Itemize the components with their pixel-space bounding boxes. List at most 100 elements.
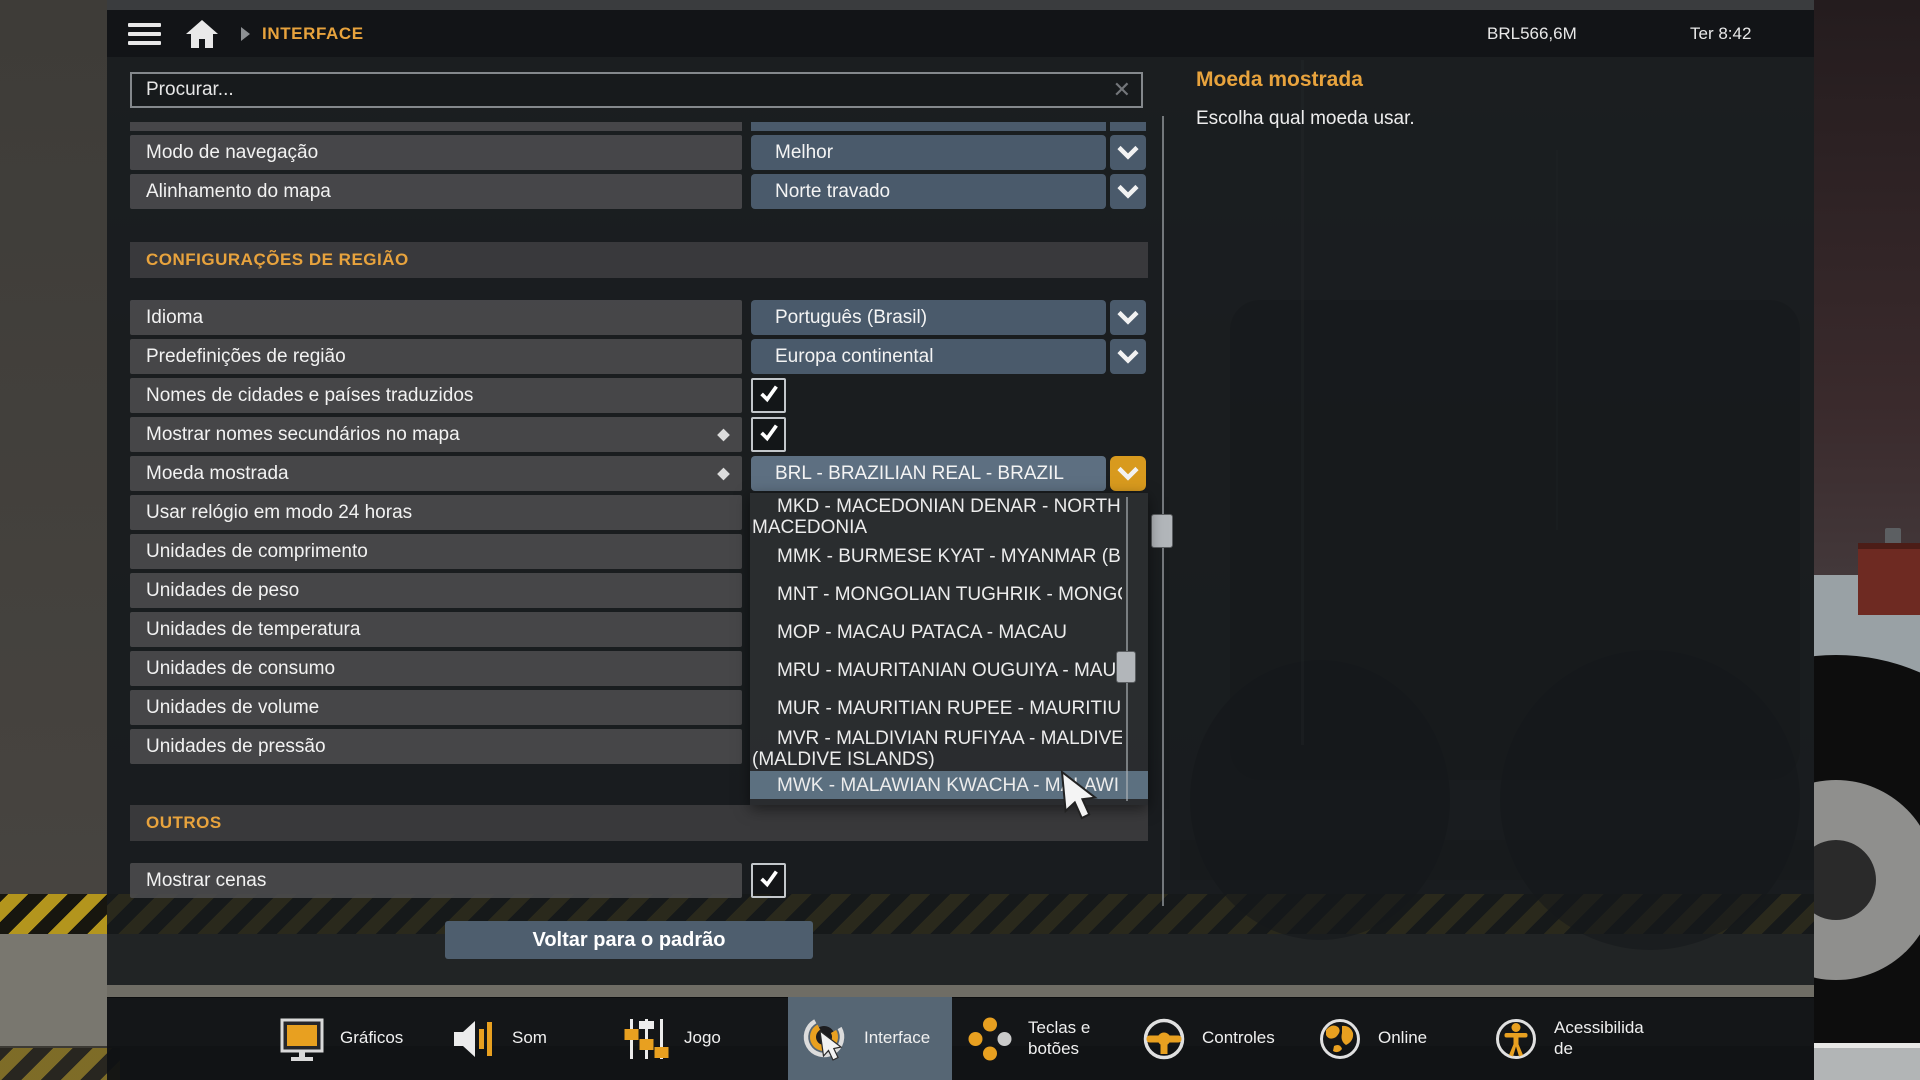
- setting-row-predefinicoes-de-regiao: Predefinições de região: [130, 339, 742, 374]
- dropdown-item-line: MKD - MACEDONIAN DENAR - NORTH: [750, 497, 1122, 517]
- setting-label: Mostrar nomes secundários no mapa: [146, 424, 460, 446]
- player-money: BRL566,6M: [1487, 24, 1577, 44]
- search-input[interactable]: [132, 79, 1103, 101]
- dots-icon: [966, 1015, 1014, 1063]
- tab-label: Som: [512, 1028, 547, 1048]
- setting-row-unidades-de-pressao: Unidades de pressão: [130, 729, 742, 764]
- search-box: ✕: [130, 72, 1143, 108]
- tab-label: Interface: [864, 1028, 930, 1048]
- tab-label: Jogo: [684, 1028, 721, 1048]
- checkbox-nomes-de-cidades-e-paises-traduzidos[interactable]: [751, 378, 786, 413]
- globe-icon: [1316, 1015, 1364, 1063]
- checkbox-mostrar-nomes-secundarios-no-mapa[interactable]: [751, 417, 786, 452]
- setting-label: Modo de navegação: [146, 142, 318, 164]
- setting-label: Moeda mostrada: [146, 463, 289, 485]
- dropdown-value-modo-de-navegacao[interactable]: Melhor: [751, 135, 1106, 170]
- partial-row-label: [130, 122, 742, 131]
- setting-row-nomes-de-cidades-e-paises-traduzidos: Nomes de cidades e países traduzidos: [130, 378, 742, 413]
- setting-row-modo-de-navegacao: Modo de navegação: [130, 135, 742, 170]
- chevron-down-icon[interactable]: [1110, 339, 1146, 374]
- tab-interface[interactable]: Interface: [800, 997, 930, 1080]
- setting-label: Unidades de volume: [146, 697, 319, 719]
- hazard-stripe-left: [0, 894, 107, 934]
- tab-label: Gráficos: [340, 1028, 403, 1048]
- home-icon[interactable]: [185, 19, 219, 49]
- setting-label: Alinhamento do mapa: [146, 181, 331, 203]
- section-header-configuracoes-de-regiao: CONFIGURAÇÕES DE REGIÃO: [130, 242, 1148, 278]
- speaker-icon: [450, 1015, 498, 1063]
- setting-row-mostrar-nomes-secundarios-no-mapa: Mostrar nomes secundários no mapa: [130, 417, 742, 452]
- dropdown-value-text: Norte travado: [775, 181, 890, 203]
- partial-row-value: [751, 122, 1106, 131]
- setting-label: Idioma: [146, 307, 203, 329]
- section-header-outros: OUTROS: [130, 805, 1148, 841]
- setting-row-idioma: Idioma: [130, 300, 742, 335]
- dropdown-item-mvr[interactable]: MVR - MALDIVIAN RUFIYAA - MALDIVES(MALDI…: [750, 727, 1122, 771]
- checkmark-icon: [757, 866, 781, 895]
- red-toolbox: [1858, 543, 1920, 615]
- tab-graficos[interactable]: Gráficos: [278, 997, 403, 1080]
- garage-wall-left: [0, 0, 107, 894]
- dropdown-item-mkd[interactable]: MKD - MACEDONIAN DENAR - NORTHMACEDONIA: [750, 497, 1122, 537]
- tab-teclas-e-botoes[interactable]: Teclas ebotões: [966, 997, 1090, 1080]
- breadcrumb: INTERFACE: [262, 24, 364, 44]
- dropdown-value-predefinicoes-de-regiao[interactable]: Europa continental: [751, 339, 1106, 374]
- dropdown-item-mru[interactable]: MRU - MAURITANIAN OUGUIYA - MAURITANIA: [750, 651, 1122, 689]
- tab-label: Acessibilidade: [1554, 1018, 1644, 1059]
- chevron-down-icon[interactable]: [1110, 456, 1146, 491]
- partial-row-chevron: [1110, 122, 1146, 131]
- setting-label: Nomes de cidades e países traduzidos: [146, 385, 473, 407]
- tab-controles[interactable]: Controles: [1140, 997, 1275, 1080]
- setting-label: Unidades de consumo: [146, 658, 335, 680]
- setting-label: Unidades de pressão: [146, 736, 326, 758]
- chevron-down-icon[interactable]: [1110, 174, 1146, 209]
- setting-label: Unidades de peso: [146, 580, 299, 602]
- checkmark-icon: [757, 381, 781, 410]
- setting-row-unidades-de-consumo: Unidades de consumo: [130, 651, 742, 686]
- tab-som[interactable]: Som: [450, 997, 547, 1080]
- garage-right-strip: [1814, 0, 1920, 1080]
- settings-scrollbar-thumb[interactable]: [1151, 514, 1173, 548]
- dropdown-item-mop[interactable]: MOP - MACAU PATACA - MACAU: [750, 613, 1122, 651]
- section-header-label: CONFIGURAÇÕES DE REGIÃO: [146, 250, 409, 270]
- setting-label: Predefinições de região: [146, 346, 346, 368]
- dropdown-item-mur[interactable]: MUR - MAURITIAN RUPEE - MAURITIUS: [750, 689, 1122, 727]
- accessibility-icon: [1492, 1015, 1540, 1063]
- chevron-down-icon[interactable]: [1110, 135, 1146, 170]
- tab-online[interactable]: Online: [1316, 997, 1427, 1080]
- top-bar: INTERFACE BRL566,6M Ter 8:42: [107, 10, 1814, 57]
- setting-row-unidades-de-comprimento: Unidades de comprimento: [130, 534, 742, 569]
- help-title: Moeda mostrada: [1196, 68, 1363, 92]
- dropdown-value-text: BRL - BRAZILIAN REAL - BRAZIL: [775, 463, 1064, 485]
- dropdown-value-moeda-mostrada[interactable]: BRL - BRAZILIAN REAL - BRAZIL: [751, 456, 1106, 491]
- setting-row-usar-relogio-em-modo-24-horas: Usar relógio em modo 24 horas: [130, 495, 742, 530]
- dropdown-value-idioma[interactable]: Português (Brasil): [751, 300, 1106, 335]
- setting-row-alinhamento-do-mapa: Alinhamento do mapa: [130, 174, 742, 209]
- floor-light: [1814, 1048, 1920, 1080]
- tab-acessibilida-de[interactable]: Acessibilidade: [1492, 997, 1644, 1080]
- menu-icon[interactable]: [128, 23, 161, 45]
- garage-floor-left: [0, 934, 107, 1046]
- dropdown-value-alinhamento-do-mapa[interactable]: Norte travado: [751, 174, 1106, 209]
- setting-label: Unidades de comprimento: [146, 541, 368, 563]
- clear-search-icon[interactable]: ✕: [1103, 79, 1141, 101]
- breadcrumb-arrow-icon: [241, 27, 250, 41]
- dropdown-item-line: MOP - MACAU PATACA - MACAU: [750, 622, 1122, 643]
- game-time: Ter 8:42: [1690, 24, 1751, 44]
- tab-label: Online: [1378, 1028, 1427, 1048]
- reset-to-default-button[interactable]: Voltar para o padrão: [445, 921, 813, 959]
- checkbox-mostrar-cenas[interactable]: [751, 863, 786, 898]
- dropdown-scrollbar-track[interactable]: [1126, 497, 1128, 801]
- dropdown-item-mnt[interactable]: MNT - MONGOLIAN TUGHRIK - MONGOLIA: [750, 575, 1122, 613]
- mouse-cursor-icon: [1058, 770, 1100, 820]
- dropdown-value-text: Melhor: [775, 142, 833, 164]
- dropdown-item-mmk[interactable]: MMK - BURMESE KYAT - MYANMAR (BURMA): [750, 537, 1122, 575]
- dropdown-scrollbar-thumb[interactable]: [1116, 651, 1136, 683]
- chevron-down-icon[interactable]: [1110, 300, 1146, 335]
- dropdown-item-line: MACEDONIA: [750, 517, 1122, 537]
- settings-scrollbar-track[interactable]: [1162, 116, 1164, 906]
- steering-wheel-icon: [1140, 1015, 1188, 1063]
- setting-label: Mostrar cenas: [146, 870, 266, 892]
- currency-dropdown-list: MKD - MACEDONIAN DENAR - NORTHMACEDONIAM…: [750, 493, 1148, 805]
- tab-jogo[interactable]: Jogo: [622, 997, 721, 1080]
